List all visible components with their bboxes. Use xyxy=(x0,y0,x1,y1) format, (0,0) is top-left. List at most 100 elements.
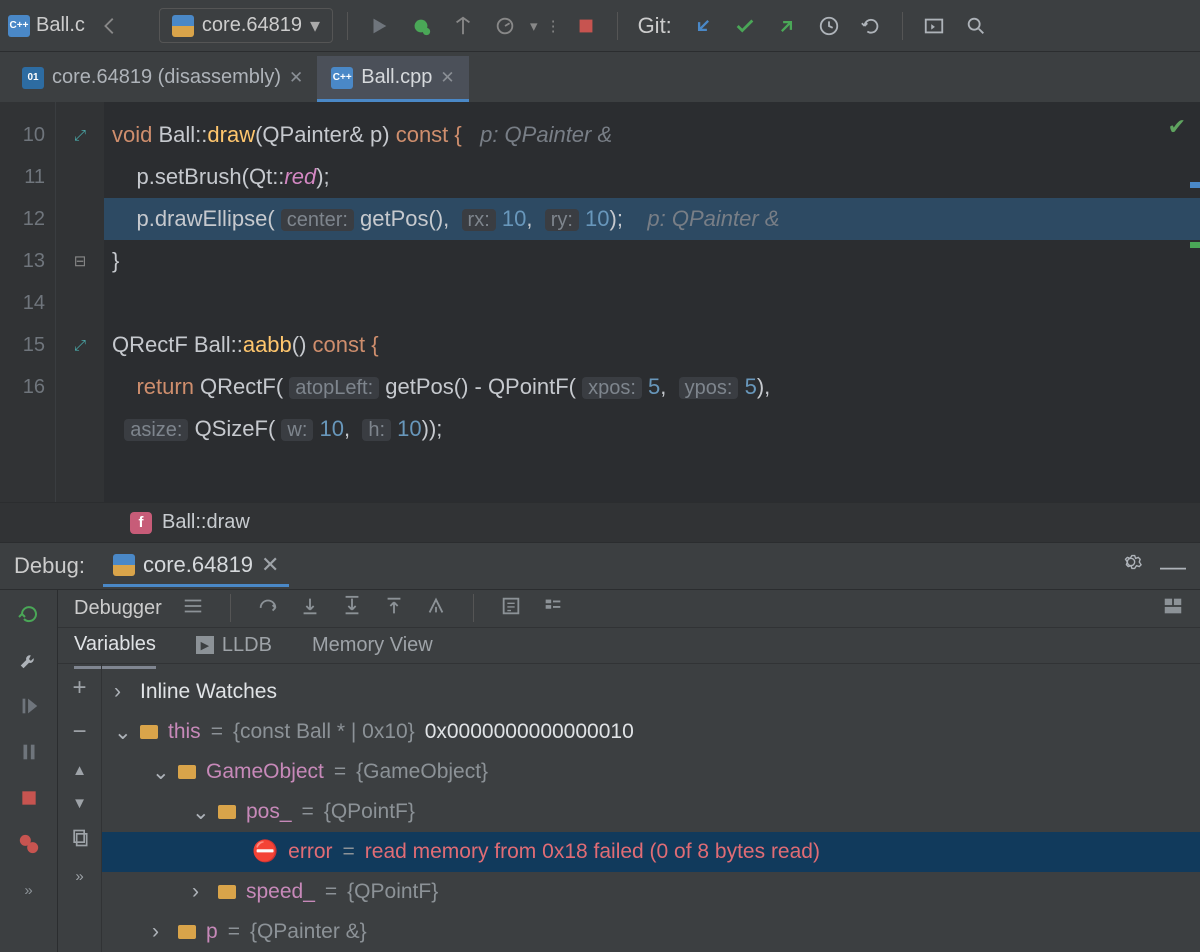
field-icon xyxy=(178,925,196,939)
asm-file-icon: 01 xyxy=(22,67,44,89)
tab-ball-cpp[interactable]: C++ Ball.cpp ✕ xyxy=(317,56,468,102)
context-file[interactable]: C++ Ball.c xyxy=(8,14,85,37)
field-icon xyxy=(140,725,158,739)
debugger-sub-tabs: Variables ▶LLDB Memory View xyxy=(58,628,1200,664)
stop-button[interactable] xyxy=(569,9,603,43)
step-out-icon[interactable] xyxy=(383,595,405,621)
resume-icon[interactable] xyxy=(15,692,43,720)
git-pull-icon[interactable] xyxy=(686,9,720,43)
coverage-button[interactable] xyxy=(446,9,480,43)
remove-watch-icon[interactable]: − xyxy=(72,718,86,746)
close-icon[interactable]: ✕ xyxy=(440,68,454,88)
chevron-down-icon[interactable]: ▾ xyxy=(530,17,538,35)
main-toolbar: C++ Ball.c core.64819 ▾ ▾ ⋮ Git: xyxy=(0,0,1200,52)
line-numbers: 10111213141516 xyxy=(0,102,56,502)
var-p[interactable]: › p = {QPainter &} xyxy=(102,912,1200,952)
var-speed[interactable]: › speed_ = {QPointF} xyxy=(102,872,1200,912)
code-line-current: p.drawEllipse( center: getPos(), rx: 10,… xyxy=(104,198,1200,240)
pause-icon[interactable] xyxy=(15,738,43,766)
copy-icon[interactable] xyxy=(70,828,90,852)
code-line: } xyxy=(104,240,1200,282)
more-icon[interactable]: » xyxy=(75,868,83,885)
var-inline-watches[interactable]: ›Inline Watches xyxy=(102,672,1200,712)
navigate-icon[interactable]: ⤢ xyxy=(74,127,86,144)
field-icon xyxy=(178,765,196,779)
core-dump-icon xyxy=(172,15,194,37)
var-pos[interactable]: ⌄ pos_ = {QPointF} xyxy=(102,792,1200,832)
stop-icon[interactable] xyxy=(15,784,43,812)
tab-disassembly[interactable]: 01 core.64819 (disassembly) ✕ xyxy=(8,56,317,102)
error-icon: ⛔ xyxy=(252,840,278,864)
trace-icon[interactable] xyxy=(542,595,564,621)
profile-button[interactable] xyxy=(488,9,522,43)
chevron-down-icon: ▾ xyxy=(310,13,320,38)
step-into-icon[interactable] xyxy=(299,595,321,621)
function-icon: f xyxy=(130,512,152,534)
down-icon[interactable]: ▼ xyxy=(72,795,87,812)
step-over-icon[interactable] xyxy=(257,595,279,621)
code-area[interactable]: ✔ void Ball::draw(QPainter& p) const { p… xyxy=(104,102,1200,502)
cpp-file-icon: C++ xyxy=(8,15,30,37)
run-button[interactable] xyxy=(362,9,396,43)
force-step-into-icon[interactable] xyxy=(341,595,363,621)
code-line: QRectF Ball::aabb() const { xyxy=(104,324,1200,366)
debug-panel: » Debugger Variables ▶LLDB Memory View +… xyxy=(0,590,1200,952)
code-editor[interactable]: 10111213141516 ⤢ ⊟ ⤢ ✔ void Ball::draw(Q… xyxy=(0,102,1200,502)
tab-label: Ball.cpp xyxy=(361,66,432,89)
run-to-cursor-icon[interactable] xyxy=(425,595,447,621)
minimize-icon[interactable]: — xyxy=(1160,551,1186,582)
variables-toolbar: + − ▲ ▼ » xyxy=(58,664,102,952)
code-line: void Ball::draw(QPainter& p) const { p: … xyxy=(104,114,1200,156)
add-watch-icon[interactable]: + xyxy=(72,674,86,702)
debugger-toolbar: Debugger xyxy=(58,590,1200,628)
breadcrumb[interactable]: f Ball::draw xyxy=(0,502,1200,542)
git-commit-icon[interactable] xyxy=(728,9,762,43)
context-file-label: Ball.c xyxy=(36,14,85,37)
close-icon[interactable]: ✕ xyxy=(261,552,279,578)
tab-lldb[interactable]: ▶LLDB xyxy=(196,634,272,657)
rerun-icon[interactable] xyxy=(15,600,43,628)
navigate-icon[interactable]: ⤢ xyxy=(74,337,86,354)
var-this[interactable]: ⌄ this = {const Ball * | 0x10} 0x0000000… xyxy=(102,712,1200,752)
code-line: asize: QSizeF( w: 10, h: 10)); xyxy=(104,408,1200,450)
up-icon[interactable]: ▲ xyxy=(72,762,87,779)
evaluate-icon[interactable] xyxy=(500,595,522,621)
debug-session-label: core.64819 xyxy=(143,552,253,578)
var-error[interactable]: ⛔ error = read memory from 0x18 failed (… xyxy=(102,832,1200,872)
wrench-icon[interactable] xyxy=(15,646,43,674)
variables-tree[interactable]: ›Inline Watches ⌄ this = {const Ball * |… xyxy=(102,664,1200,952)
code-line xyxy=(104,282,1200,324)
git-push-icon[interactable] xyxy=(770,9,804,43)
core-dump-icon xyxy=(113,554,135,576)
gear-icon[interactable] xyxy=(1120,551,1142,582)
debug-session-tab[interactable]: core.64819 ✕ xyxy=(103,546,290,587)
back-icon[interactable] xyxy=(93,9,127,43)
more-icon[interactable]: » xyxy=(15,876,43,904)
all-ok-icon: ✔ xyxy=(1168,114,1186,140)
minimap[interactable] xyxy=(1186,102,1200,502)
layout-icon[interactable] xyxy=(1162,595,1184,621)
debug-title: Debug: xyxy=(14,553,85,579)
run-anything-icon[interactable] xyxy=(917,9,951,43)
code-line: return QRectF( atopLeft: getPos() - QPoi… xyxy=(104,366,1200,408)
breadcrumb-label: Ball::draw xyxy=(162,511,250,534)
var-gameobject[interactable]: ⌄ GameObject = {GameObject} xyxy=(102,752,1200,792)
debug-sidebar: » xyxy=(0,590,58,952)
run-config-selector[interactable]: core.64819 ▾ xyxy=(159,8,333,43)
history-icon[interactable] xyxy=(812,9,846,43)
editor-tabs: 01 core.64819 (disassembly) ✕ C++ Ball.c… xyxy=(0,52,1200,102)
more-actions-icon[interactable]: ⋮ xyxy=(546,17,561,35)
close-icon[interactable]: ✕ xyxy=(289,68,303,88)
tab-memory[interactable]: Memory View xyxy=(312,634,433,657)
code-line: p.setBrush(Qt::red); xyxy=(104,156,1200,198)
debugger-label: Debugger xyxy=(74,597,162,620)
frames-icon[interactable] xyxy=(182,595,204,621)
cpp-file-icon: C++ xyxy=(331,67,353,89)
rollback-icon[interactable] xyxy=(854,9,888,43)
search-icon[interactable] xyxy=(959,9,993,43)
breakpoints-icon[interactable] xyxy=(15,830,43,858)
debug-button[interactable] xyxy=(404,9,438,43)
fold-close-icon[interactable]: ⊟ xyxy=(74,252,87,270)
variables-view: + − ▲ ▼ » ›Inline Watches ⌄ this = {cons… xyxy=(58,664,1200,952)
run-config-label: core.64819 xyxy=(202,14,302,37)
